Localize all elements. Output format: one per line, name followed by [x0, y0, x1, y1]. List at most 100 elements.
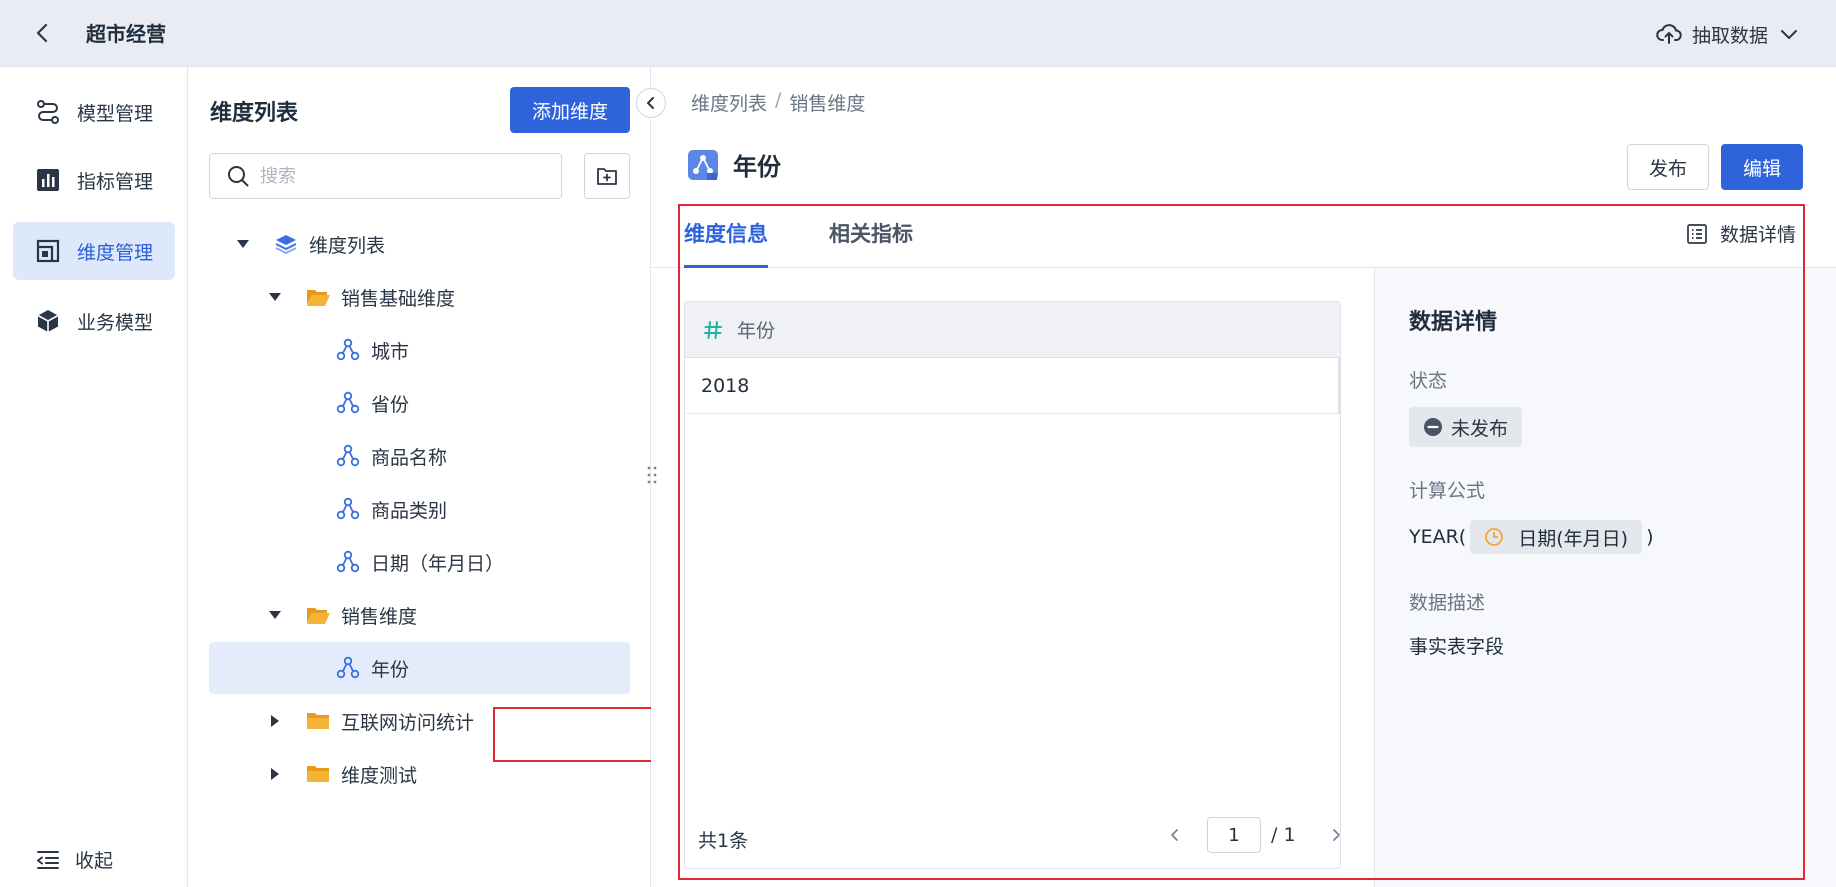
- dimension-node-icon: [335, 655, 361, 681]
- app-title: 超市经营: [86, 22, 166, 46]
- dimension-node-icon: [335, 390, 361, 416]
- edit-button[interactable]: 编辑: [1721, 144, 1803, 190]
- clock-icon: [1485, 528, 1504, 546]
- formula-prefix: YEAR(: [1409, 526, 1467, 548]
- formula-field-chip: 日期(年月日): [1470, 520, 1643, 554]
- nav-label: 指标管理: [77, 170, 154, 193]
- nav-label: 模型管理: [77, 102, 154, 125]
- add-folder-button[interactable]: [584, 153, 630, 199]
- page-title: 年份: [687, 147, 781, 182]
- tree-node-label: 维度测试: [341, 764, 418, 787]
- resize-handle[interactable]: [646, 462, 658, 488]
- formula-label: 计算公式: [1409, 480, 1486, 502]
- folder-icon: [305, 708, 331, 734]
- search-input[interactable]: [260, 165, 540, 187]
- list-detail-icon: [1687, 223, 1707, 244]
- collapse-nav-button[interactable]: 收起: [35, 846, 113, 873]
- breadcrumb: 维度列表 / 销售维度: [691, 89, 865, 116]
- dimension-title: 年份: [733, 153, 781, 181]
- layers-icon: [273, 231, 299, 257]
- chevron-left-icon: [647, 97, 654, 109]
- folder-plus-icon: [597, 168, 617, 185]
- tree-node-label: 商品类别: [371, 499, 448, 522]
- tab-dimension-info[interactable]: 维度信息: [684, 218, 768, 268]
- tab-related-metrics[interactable]: 相关指标: [829, 218, 913, 268]
- collapse-tree-button[interactable]: [636, 88, 666, 118]
- tree-leaf-node[interactable]: 省份: [209, 377, 630, 429]
- formula-expression: YEAR( 日期(年月日) ): [1409, 520, 1653, 554]
- nav-item-dimension-management[interactable]: 维度管理: [13, 222, 175, 280]
- chevron-right-icon: [1332, 829, 1340, 841]
- caret-down-icon: [235, 236, 251, 252]
- chevron-left-icon: [1171, 829, 1178, 841]
- description-value: 事实表字段: [1409, 636, 1505, 658]
- search-box: [209, 153, 562, 199]
- status-value: 未发布: [1451, 417, 1509, 440]
- cube-icon: [35, 308, 61, 334]
- dimension-detail: 维度列表 / 销售维度 年份 发布 编辑 维度信息 相关指标 数据详情 年份 2…: [651, 67, 1836, 887]
- drag-dots-icon: [647, 466, 657, 484]
- collapse-menu-icon: [37, 850, 59, 869]
- chevron-down-icon: [1781, 30, 1797, 39]
- table-row[interactable]: 2018: [685, 358, 1340, 414]
- model-flow-icon: [35, 99, 61, 125]
- tree-folder-node[interactable]: 互联网访问统计: [209, 695, 630, 747]
- prev-page-button[interactable]: [1161, 821, 1189, 849]
- dimension-badge-icon: [688, 149, 718, 180]
- publish-button[interactable]: 发布: [1627, 144, 1709, 190]
- total-count: 共1条: [698, 830, 749, 852]
- tree-root-node[interactable]: 维度列表: [209, 218, 630, 270]
- folder-open-icon: [305, 284, 331, 310]
- nav-label: 业务模型: [77, 311, 154, 334]
- caret-right-icon: [267, 713, 283, 729]
- pagination: / 1: [1161, 817, 1350, 853]
- description-label: 数据描述: [1409, 592, 1486, 614]
- tree-leaf-node[interactable]: 商品名称: [209, 430, 630, 482]
- column-header: 年份: [737, 320, 776, 342]
- app-root: 超市经营 抽取数据 模型管理 指标管理 维度管理 业务模型 收起 维度列表 添加…: [0, 0, 1836, 887]
- tree-node-label: 日期（年月日）: [371, 552, 505, 575]
- dimension-tree-panel: 维度列表 添加维度 搜索 维度列表 销售基础维度 城市 省份 商品名称 商品类别…: [188, 67, 671, 887]
- page-input[interactable]: [1207, 817, 1261, 853]
- tree-node-label: 销售基础维度: [341, 287, 456, 310]
- tree-node-label: 销售维度: [341, 605, 418, 628]
- tree-node-label: 维度列表: [309, 234, 386, 257]
- data-detail-label: 数据详情: [1719, 224, 1796, 246]
- nav-item-business-model[interactable]: 业务模型: [13, 292, 175, 350]
- nav-item-model-management[interactable]: 模型管理: [13, 83, 175, 141]
- tree-folder-node[interactable]: 销售维度: [209, 589, 630, 641]
- tree-leaf-node-selected[interactable]: 年份: [209, 642, 630, 694]
- hash-icon: [704, 320, 722, 339]
- breadcrumb-item[interactable]: 维度列表: [691, 89, 767, 116]
- side-navigation: 模型管理 指标管理 维度管理 业务模型 收起: [0, 67, 188, 887]
- next-page-button[interactable]: [1322, 821, 1350, 849]
- caret-down-icon: [267, 607, 283, 623]
- collapse-label: 收起: [75, 850, 114, 872]
- tree-leaf-node[interactable]: 日期（年月日）: [209, 536, 630, 588]
- breadcrumb-item-current: 销售维度: [789, 93, 866, 115]
- top-bar: 超市经营 抽取数据: [0, 0, 1836, 67]
- nav-item-metric-management[interactable]: 指标管理: [13, 151, 175, 209]
- add-dimension-button[interactable]: 添加维度: [510, 87, 630, 133]
- extract-data-dropdown[interactable]: 抽取数据: [1656, 20, 1800, 48]
- tree-node-label: 城市: [371, 340, 410, 363]
- formula-field-label: 日期(年月日): [1518, 527, 1629, 550]
- page-total: / 1: [1271, 824, 1296, 846]
- chevron-left-icon: [36, 23, 48, 43]
- data-detail-toggle[interactable]: 数据详情: [1686, 220, 1796, 247]
- back-button[interactable]: [30, 20, 56, 46]
- tree-node-label: 商品名称: [371, 446, 448, 469]
- dimension-icon: [35, 238, 61, 264]
- cloud-upload-icon: [1656, 24, 1682, 44]
- status-badge: 未发布: [1409, 407, 1523, 447]
- tree-folder-node[interactable]: 维度测试: [209, 748, 630, 800]
- table-cell: 2018: [701, 374, 750, 397]
- caret-down-icon: [267, 289, 283, 305]
- bar-chart-icon: [35, 167, 61, 193]
- status-label: 状态: [1409, 370, 1448, 392]
- tree-folder-node[interactable]: 销售基础维度: [209, 271, 630, 323]
- nav-label: 维度管理: [77, 241, 154, 264]
- breadcrumb-separator: /: [775, 89, 782, 111]
- tree-leaf-node[interactable]: 商品类别: [209, 483, 630, 535]
- tree-leaf-node[interactable]: 城市: [209, 324, 630, 376]
